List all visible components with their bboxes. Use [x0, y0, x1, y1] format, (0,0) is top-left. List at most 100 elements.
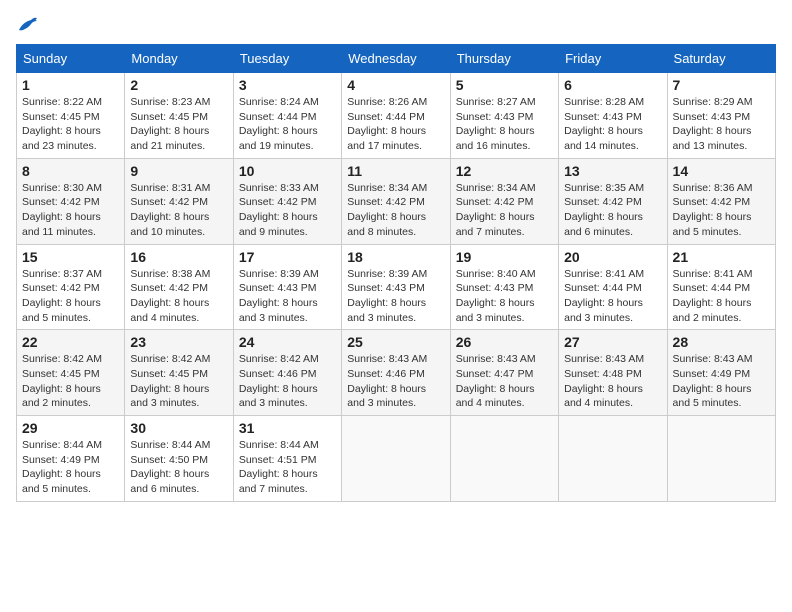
calendar-day-cell: 11 Sunrise: 8:34 AMSunset: 4:42 PMDayligh…	[342, 158, 450, 244]
day-info: Sunrise: 8:42 AMSunset: 4:45 PMDaylight:…	[130, 352, 227, 411]
day-info: Sunrise: 8:44 AMSunset: 4:50 PMDaylight:…	[130, 438, 227, 497]
day-info: Sunrise: 8:42 AMSunset: 4:45 PMDaylight:…	[22, 352, 119, 411]
calendar-table: SundayMondayTuesdayWednesdayThursdayFrid…	[16, 44, 776, 502]
day-number: 15	[22, 249, 119, 265]
day-number: 26	[456, 334, 553, 350]
day-info: Sunrise: 8:43 AMSunset: 4:48 PMDaylight:…	[564, 352, 661, 411]
weekday-header-cell: Wednesday	[342, 45, 450, 73]
calendar-day-cell: 25 Sunrise: 8:43 AMSunset: 4:46 PMDayligh…	[342, 330, 450, 416]
day-number: 12	[456, 163, 553, 179]
calendar-day-cell	[559, 416, 667, 502]
day-info: Sunrise: 8:43 AMSunset: 4:49 PMDaylight:…	[673, 352, 770, 411]
calendar-week-row: 15 Sunrise: 8:37 AMSunset: 4:42 PMDayligh…	[17, 244, 776, 330]
day-number: 5	[456, 77, 553, 93]
calendar-day-cell: 29Sunrise: 8:44 AMSunset: 4:49 PMDayligh…	[17, 416, 125, 502]
day-number: 11	[347, 163, 444, 179]
day-number: 28	[673, 334, 770, 350]
day-number: 3	[239, 77, 336, 93]
day-info: Sunrise: 8:39 AMSunset: 4:43 PMDaylight:…	[347, 267, 444, 326]
calendar-day-cell: 17 Sunrise: 8:39 AMSunset: 4:43 PMDayligh…	[233, 244, 341, 330]
day-info: Sunrise: 8:26 AMSunset: 4:44 PMDaylight:…	[347, 95, 444, 154]
calendar-day-cell: 20Sunrise: 8:41 AMSunset: 4:44 PMDayligh…	[559, 244, 667, 330]
calendar-day-cell: 5 Sunrise: 8:27 AMSunset: 4:43 PMDaylight…	[450, 73, 558, 159]
calendar-day-cell: 31 Sunrise: 8:44 AMSunset: 4:51 PMDayligh…	[233, 416, 341, 502]
day-info: Sunrise: 8:31 AMSunset: 4:42 PMDaylight:…	[130, 181, 227, 240]
day-info: Sunrise: 8:28 AMSunset: 4:43 PMDaylight:…	[564, 95, 661, 154]
day-info: Sunrise: 8:34 AMSunset: 4:42 PMDaylight:…	[347, 181, 444, 240]
calendar-day-cell: 30 Sunrise: 8:44 AMSunset: 4:50 PMDayligh…	[125, 416, 233, 502]
calendar-week-row: 22 Sunrise: 8:42 AMSunset: 4:45 PMDayligh…	[17, 330, 776, 416]
calendar-body: 1 Sunrise: 8:22 AMSunset: 4:45 PMDaylight…	[17, 73, 776, 502]
calendar-day-cell: 21 Sunrise: 8:41 AMSunset: 4:44 PMDayligh…	[667, 244, 775, 330]
day-info: Sunrise: 8:39 AMSunset: 4:43 PMDaylight:…	[239, 267, 336, 326]
calendar-day-cell: 15 Sunrise: 8:37 AMSunset: 4:42 PMDayligh…	[17, 244, 125, 330]
day-info: Sunrise: 8:27 AMSunset: 4:43 PMDaylight:…	[456, 95, 553, 154]
day-info: Sunrise: 8:33 AMSunset: 4:42 PMDaylight:…	[239, 181, 336, 240]
day-info: Sunrise: 8:35 AMSunset: 4:42 PMDaylight:…	[564, 181, 661, 240]
calendar-day-cell: 19Sunrise: 8:40 AMSunset: 4:43 PMDayligh…	[450, 244, 558, 330]
calendar-day-cell: 26 Sunrise: 8:43 AMSunset: 4:47 PMDayligh…	[450, 330, 558, 416]
calendar-day-cell: 6Sunrise: 8:28 AMSunset: 4:43 PMDaylight…	[559, 73, 667, 159]
day-number: 16	[130, 249, 227, 265]
day-number: 23	[130, 334, 227, 350]
weekday-header-row: SundayMondayTuesdayWednesdayThursdayFrid…	[17, 45, 776, 73]
calendar-week-row: 29Sunrise: 8:44 AMSunset: 4:49 PMDayligh…	[17, 416, 776, 502]
weekday-header-cell: Monday	[125, 45, 233, 73]
day-number: 25	[347, 334, 444, 350]
calendar-week-row: 1 Sunrise: 8:22 AMSunset: 4:45 PMDaylight…	[17, 73, 776, 159]
day-info: Sunrise: 8:37 AMSunset: 4:42 PMDaylight:…	[22, 267, 119, 326]
day-number: 1	[22, 77, 119, 93]
calendar-day-cell: 3 Sunrise: 8:24 AMSunset: 4:44 PMDaylight…	[233, 73, 341, 159]
day-info: Sunrise: 8:44 AMSunset: 4:51 PMDaylight:…	[239, 438, 336, 497]
weekday-header-cell: Thursday	[450, 45, 558, 73]
calendar-day-cell: 18 Sunrise: 8:39 AMSunset: 4:43 PMDayligh…	[342, 244, 450, 330]
day-info: Sunrise: 8:36 AMSunset: 4:42 PMDaylight:…	[673, 181, 770, 240]
day-info: Sunrise: 8:29 AMSunset: 4:43 PMDaylight:…	[673, 95, 770, 154]
weekday-header-cell: Friday	[559, 45, 667, 73]
day-info: Sunrise: 8:24 AMSunset: 4:44 PMDaylight:…	[239, 95, 336, 154]
calendar-day-cell: 23 Sunrise: 8:42 AMSunset: 4:45 PMDayligh…	[125, 330, 233, 416]
logo	[16, 16, 40, 34]
day-number: 22	[22, 334, 119, 350]
day-number: 31	[239, 420, 336, 436]
calendar-day-cell: 24 Sunrise: 8:42 AMSunset: 4:46 PMDayligh…	[233, 330, 341, 416]
day-info: Sunrise: 8:41 AMSunset: 4:44 PMDaylight:…	[673, 267, 770, 326]
weekday-header-cell: Saturday	[667, 45, 775, 73]
day-info: Sunrise: 8:44 AMSunset: 4:49 PMDaylight:…	[22, 438, 119, 497]
page-header	[16, 16, 776, 34]
day-number: 8	[22, 163, 119, 179]
calendar-day-cell: 7Sunrise: 8:29 AMSunset: 4:43 PMDaylight…	[667, 73, 775, 159]
day-info: Sunrise: 8:38 AMSunset: 4:42 PMDaylight:…	[130, 267, 227, 326]
day-info: Sunrise: 8:40 AMSunset: 4:43 PMDaylight:…	[456, 267, 553, 326]
day-info: Sunrise: 8:30 AMSunset: 4:42 PMDaylight:…	[22, 181, 119, 240]
day-info: Sunrise: 8:43 AMSunset: 4:46 PMDaylight:…	[347, 352, 444, 411]
day-number: 18	[347, 249, 444, 265]
calendar-day-cell: 12 Sunrise: 8:34 AMSunset: 4:42 PMDayligh…	[450, 158, 558, 244]
day-number: 13	[564, 163, 661, 179]
day-info: Sunrise: 8:43 AMSunset: 4:47 PMDaylight:…	[456, 352, 553, 411]
calendar-day-cell: 13 Sunrise: 8:35 AMSunset: 4:42 PMDayligh…	[559, 158, 667, 244]
day-number: 2	[130, 77, 227, 93]
calendar-day-cell: 27Sunrise: 8:43 AMSunset: 4:48 PMDayligh…	[559, 330, 667, 416]
day-number: 9	[130, 163, 227, 179]
calendar-day-cell: 22 Sunrise: 8:42 AMSunset: 4:45 PMDayligh…	[17, 330, 125, 416]
day-info: Sunrise: 8:42 AMSunset: 4:46 PMDaylight:…	[239, 352, 336, 411]
day-number: 30	[130, 420, 227, 436]
calendar-day-cell: 16 Sunrise: 8:38 AMSunset: 4:42 PMDayligh…	[125, 244, 233, 330]
day-info: Sunrise: 8:22 AMSunset: 4:45 PMDaylight:…	[22, 95, 119, 154]
day-info: Sunrise: 8:23 AMSunset: 4:45 PMDaylight:…	[130, 95, 227, 154]
calendar-day-cell: 10 Sunrise: 8:33 AMSunset: 4:42 PMDayligh…	[233, 158, 341, 244]
day-number: 24	[239, 334, 336, 350]
weekday-header-cell: Tuesday	[233, 45, 341, 73]
day-number: 10	[239, 163, 336, 179]
logo-bird-icon	[17, 16, 39, 34]
day-number: 20	[564, 249, 661, 265]
calendar-day-cell	[450, 416, 558, 502]
calendar-day-cell: 14Sunrise: 8:36 AMSunset: 4:42 PMDayligh…	[667, 158, 775, 244]
weekday-header-cell: Sunday	[17, 45, 125, 73]
calendar-day-cell: 28 Sunrise: 8:43 AMSunset: 4:49 PMDayligh…	[667, 330, 775, 416]
calendar-day-cell: 4Sunrise: 8:26 AMSunset: 4:44 PMDaylight…	[342, 73, 450, 159]
day-number: 21	[673, 249, 770, 265]
day-info: Sunrise: 8:34 AMSunset: 4:42 PMDaylight:…	[456, 181, 553, 240]
day-number: 17	[239, 249, 336, 265]
